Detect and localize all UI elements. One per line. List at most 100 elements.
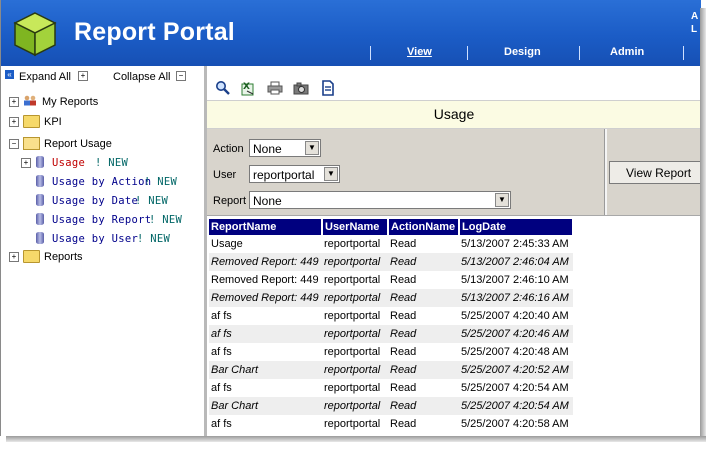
expand-plus-icon[interactable]: + [9, 97, 19, 107]
plus-box-icon[interactable]: + [78, 71, 88, 81]
report-title: Usage [433, 106, 475, 122]
dropdown-arrow-icon[interactable]: ▼ [305, 141, 319, 155]
table-row: af fs reportportal Read 5/25/2007 4:20:5… [209, 415, 573, 433]
cell-reportname: af fs [209, 307, 322, 325]
collapse-minus-icon[interactable]: − [9, 139, 19, 149]
cell-actionname: Read [388, 325, 459, 343]
expand-plus-icon[interactable]: + [9, 117, 19, 127]
user-info-line: L [691, 24, 698, 35]
cell-actionname: Read [388, 379, 459, 397]
table-row: Bar Chart reportportal Read 5/25/2007 4:… [209, 361, 573, 379]
cell-logdate: 5/25/2007 4:20:46 AM [459, 325, 573, 343]
column-header-logdate[interactable]: LogDate [459, 219, 574, 235]
collapse-all-link[interactable]: Collapse All [113, 71, 170, 83]
window-shadow [6, 436, 706, 442]
report-toolbar: X [207, 76, 701, 100]
new-badge: ! NEW [144, 176, 178, 188]
users-icon [24, 95, 36, 106]
cell-reportname: Removed Report: 449 [209, 289, 322, 307]
expand-plus-icon[interactable]: + [21, 158, 31, 168]
database-icon [36, 194, 44, 206]
filter-panel: Action None ▼ User reportportal ▼ Report… [207, 129, 701, 216]
cell-logdate: 5/13/2007 2:46:16 AM [459, 289, 573, 307]
action-select[interactable]: None ▼ [249, 139, 321, 157]
tree-item-label: Report Usage [44, 138, 112, 150]
table-row: Removed Report: 449 reportportal Read 5/… [209, 253, 573, 271]
tree-item-usage-by-user[interactable]: Usage by User ! NEW [21, 231, 199, 247]
app-window: Report Portal A L View Design Admin « Ex… [0, 0, 701, 436]
dropdown-arrow-icon[interactable]: ▼ [495, 193, 509, 207]
column-header-actionname[interactable]: ActionName [388, 219, 460, 235]
tree-item-usage-by-action[interactable]: Usage by Action ! NEW [21, 174, 199, 190]
table-row: af fs reportportal Read 5/25/2007 4:20:5… [209, 379, 573, 397]
tree-item-usage-by-date[interactable]: Usage by Date ! NEW [21, 193, 199, 209]
app-header: Report Portal A L View Design Admin [1, 0, 701, 66]
cell-logdate: 5/13/2007 2:45:33 AM [459, 235, 573, 253]
user-select-value: reportportal [253, 168, 315, 182]
cell-username: reportportal [322, 307, 388, 325]
user-info: A L [691, 10, 698, 36]
tree-item-kpi[interactable]: + KPI [9, 114, 199, 130]
cell-logdate: 5/13/2007 2:46:10 AM [459, 271, 573, 289]
cell-reportname: Removed Report: 449 [209, 253, 322, 271]
cell-actionname: Read [388, 397, 459, 415]
database-icon [36, 232, 44, 244]
tab-admin[interactable]: Admin [610, 46, 644, 58]
minus-box-icon[interactable]: − [176, 71, 186, 81]
cell-reportname: Bar Chart [209, 361, 322, 379]
report-select[interactable]: None ▼ [249, 191, 511, 209]
user-info-line: A [691, 11, 699, 22]
new-badge: ! NEW [135, 195, 169, 207]
view-report-button[interactable]: View Report [609, 161, 701, 184]
cell-logdate: 5/13/2007 2:46:04 AM [459, 253, 573, 271]
user-label: User [213, 169, 237, 181]
tab-separator [683, 46, 684, 60]
print-icon[interactable] [267, 80, 283, 96]
column-header-reportname[interactable]: ReportName [209, 219, 323, 235]
tree-item-reports[interactable]: + Reports [9, 249, 199, 265]
cell-username: reportportal [322, 415, 388, 433]
export-excel-icon[interactable]: X [239, 80, 255, 96]
cell-reportname: af fs [209, 415, 322, 433]
tab-design[interactable]: Design [504, 46, 541, 58]
tree-item-usage[interactable]: + Usage ! NEW [21, 155, 199, 171]
tab-separator [579, 46, 580, 60]
cell-actionname: Read [388, 343, 459, 361]
column-header-username[interactable]: UserName [322, 219, 389, 235]
tab-view[interactable]: View [407, 46, 432, 58]
camera-icon[interactable] [293, 80, 309, 96]
cell-username: reportportal [322, 271, 388, 289]
cell-reportname: Usage [209, 235, 322, 253]
action-label: Action [213, 143, 244, 155]
search-icon[interactable] [215, 80, 231, 96]
user-select[interactable]: reportportal ▼ [249, 165, 340, 183]
filter-divider [604, 129, 607, 215]
table-header-row: ReportName UserName ActionName LogDate [209, 219, 574, 235]
usage-table: ReportName UserName ActionName LogDate U… [209, 219, 574, 433]
cell-reportname: Bar Chart [209, 397, 322, 415]
database-icon [36, 175, 44, 187]
database-icon [36, 213, 44, 225]
app-title: Report Portal [74, 18, 235, 46]
dropdown-arrow-icon[interactable]: ▼ [324, 167, 338, 181]
tree-item-usage-by-report[interactable]: Usage by Report ! NEW [21, 212, 199, 228]
cell-logdate: 5/25/2007 4:20:58 AM [459, 415, 573, 433]
cell-actionname: Read [388, 415, 459, 433]
expand-plus-icon[interactable]: + [9, 252, 19, 262]
document-icon[interactable] [320, 80, 336, 96]
tree-item-report-usage[interactable]: − Report Usage [9, 136, 199, 152]
cell-username: reportportal [322, 379, 388, 397]
tree-toolbar: « Expand All + Collapse All − [1, 66, 204, 86]
expand-all-link[interactable]: Expand All [19, 71, 71, 83]
tree-item-label: Usage [52, 157, 86, 169]
svg-text:X: X [243, 82, 250, 92]
cell-username: reportportal [322, 235, 388, 253]
report-panel: X Usage Action None ▼ User reportportal … [207, 66, 701, 436]
cell-username: reportportal [322, 253, 388, 271]
cell-reportname: af fs [209, 343, 322, 361]
cell-logdate: 5/25/2007 4:20:48 AM [459, 343, 573, 361]
tree-item-my-reports[interactable]: + My Reports [9, 94, 199, 110]
double-chevron-left-icon[interactable]: « [5, 70, 14, 79]
report-select-value: None [253, 194, 282, 208]
tab-separator [370, 46, 371, 60]
